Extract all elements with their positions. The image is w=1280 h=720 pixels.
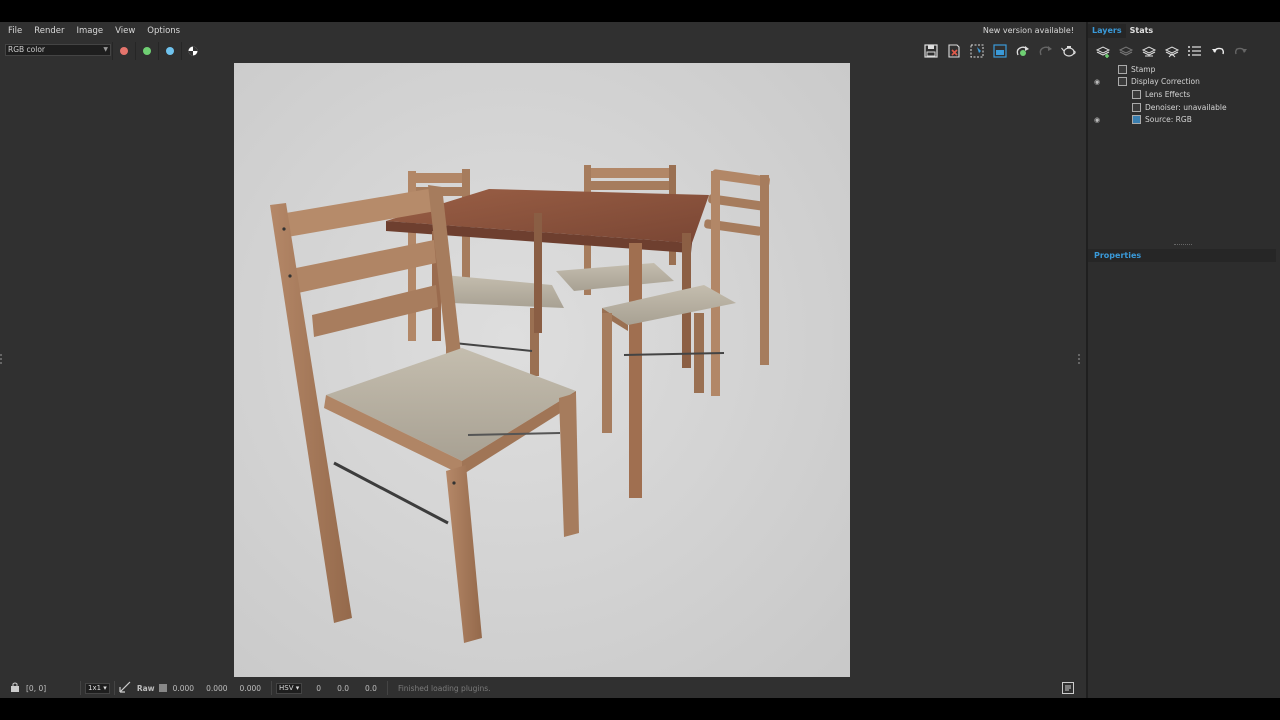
- divider: [80, 681, 81, 695]
- layer-tree: Stamp ◉ Display Correction Lens Effects …: [1088, 63, 1276, 126]
- layer-label: Stamp: [1131, 64, 1156, 74]
- right-splitter-handle[interactable]: [1078, 352, 1081, 370]
- layer-toolbar: [1094, 42, 1249, 59]
- statusbar: [0, 0] 1x1 ▾ Raw 0.000 0.000 0.000 HSV ▾…: [0, 678, 1084, 698]
- status-message: Finished loading plugins.: [397, 683, 491, 693]
- render-image-content: [234, 63, 850, 677]
- coords-readout: [0, 0]: [26, 683, 47, 693]
- log-icon[interactable]: [1062, 682, 1074, 694]
- green-dot-icon: [142, 47, 151, 55]
- save-layers-icon[interactable]: [1140, 42, 1157, 59]
- color-space-select[interactable]: HSV ▾: [276, 682, 303, 694]
- clear-image-icon[interactable]: [945, 42, 963, 60]
- layers-panel: Layers Stats Stamp ◉ Display Correction …: [1086, 22, 1280, 698]
- menu-file[interactable]: File: [4, 26, 26, 36]
- saturation-value: 0.0: [337, 683, 349, 693]
- layer-row-stamp[interactable]: Stamp: [1088, 63, 1276, 76]
- vfb-window: File Render Image View Options New versi…: [0, 22, 1280, 698]
- menu-options[interactable]: Options: [143, 26, 184, 36]
- region-render-icon[interactable]: [968, 42, 986, 60]
- toolbar: RGB color ▼: [0, 40, 1084, 62]
- menu-image[interactable]: Image: [73, 26, 108, 36]
- tab-layers[interactable]: Layers: [1088, 24, 1126, 38]
- teapot-icon[interactable]: [1060, 42, 1078, 60]
- properties-header: Properties: [1088, 249, 1276, 262]
- curve-icon: [1118, 77, 1127, 87]
- divider: [271, 681, 273, 695]
- toolbar-icons: [922, 42, 1078, 60]
- raw-checkbox[interactable]: [158, 684, 167, 692]
- hue-value: 0: [316, 683, 322, 693]
- panel-tabs: Layers Stats: [1088, 24, 1157, 38]
- red-dot-icon: [119, 47, 128, 55]
- save-image-icon[interactable]: [922, 42, 940, 60]
- new-version-notice[interactable]: New version available!: [983, 26, 1074, 35]
- delete-layer-icon[interactable]: [1117, 42, 1134, 59]
- rgb-red-value: 0.000: [172, 683, 195, 693]
- render-viewport[interactable]: [0, 62, 1082, 682]
- lock-icon[interactable]: [10, 682, 20, 694]
- blue-channel-button[interactable]: [158, 42, 180, 60]
- channel-select-value: RGB color: [8, 45, 46, 54]
- properties-title: Properties: [1094, 251, 1142, 260]
- layer-label: Source: RGB: [1145, 115, 1192, 125]
- layer-label: Denoiser: unavailable: [1145, 102, 1227, 112]
- divider: [386, 681, 388, 695]
- layer-row-source[interactable]: ◉ Source: RGB: [1088, 113, 1276, 126]
- stop-render-icon[interactable]: [1037, 42, 1055, 60]
- rgb-green-value: 0.000: [206, 683, 228, 693]
- lens-effects-icon: [1132, 89, 1141, 99]
- blue-dot-icon: [165, 47, 174, 55]
- stamp-icon: [1118, 64, 1127, 74]
- green-channel-button[interactable]: [135, 42, 157, 60]
- start-render-icon[interactable]: [1014, 42, 1032, 60]
- eye-icon[interactable]: ◉: [1094, 78, 1104, 86]
- layer-label: Lens Effects: [1145, 89, 1191, 99]
- layer-label: Display Correction: [1131, 77, 1200, 87]
- undo-icon[interactable]: [1209, 42, 1226, 59]
- channel-select[interactable]: RGB color ▼: [5, 44, 111, 56]
- menu-view[interactable]: View: [111, 26, 139, 36]
- zoom-value: 1x1: [88, 683, 102, 692]
- rgb-blue-value: 0.000: [239, 683, 262, 693]
- menu-render[interactable]: Render: [30, 26, 68, 36]
- chevron-down-icon: ▼: [103, 46, 108, 53]
- red-channel-button[interactable]: [112, 42, 134, 60]
- layer-presets-icon[interactable]: [1186, 42, 1203, 59]
- rendered-image: [234, 63, 850, 677]
- alpha-channel-button[interactable]: [181, 42, 203, 60]
- tab-stats[interactable]: Stats: [1126, 24, 1158, 38]
- create-layer-icon[interactable]: [1094, 42, 1111, 59]
- alpha-icon: [188, 46, 197, 56]
- layer-row-lens-effects[interactable]: Lens Effects: [1088, 88, 1276, 101]
- eye-icon[interactable]: ◉: [1094, 116, 1104, 124]
- menubar: File Render Image View Options New versi…: [0, 22, 1084, 40]
- redo-icon[interactable]: [1232, 42, 1249, 59]
- left-splitter-handle[interactable]: [0, 352, 3, 370]
- color-space-value: HSV: [279, 683, 294, 692]
- panel-splitter[interactable]: [1088, 244, 1276, 247]
- layer-row-display-correction[interactable]: ◉ Display Correction: [1088, 76, 1276, 89]
- track-mouse-icon[interactable]: [991, 42, 1009, 60]
- denoiser-icon: [1132, 102, 1141, 112]
- value-value: 0.0: [365, 683, 377, 693]
- raw-label: Raw: [136, 683, 155, 693]
- load-layers-icon[interactable]: [1163, 42, 1180, 59]
- color-picker-icon[interactable]: [119, 681, 131, 695]
- source-icon: [1132, 115, 1141, 125]
- zoom-select[interactable]: 1x1 ▾: [85, 682, 110, 694]
- divider: [113, 681, 115, 695]
- layer-row-denoiser[interactable]: Denoiser: unavailable: [1088, 101, 1276, 114]
